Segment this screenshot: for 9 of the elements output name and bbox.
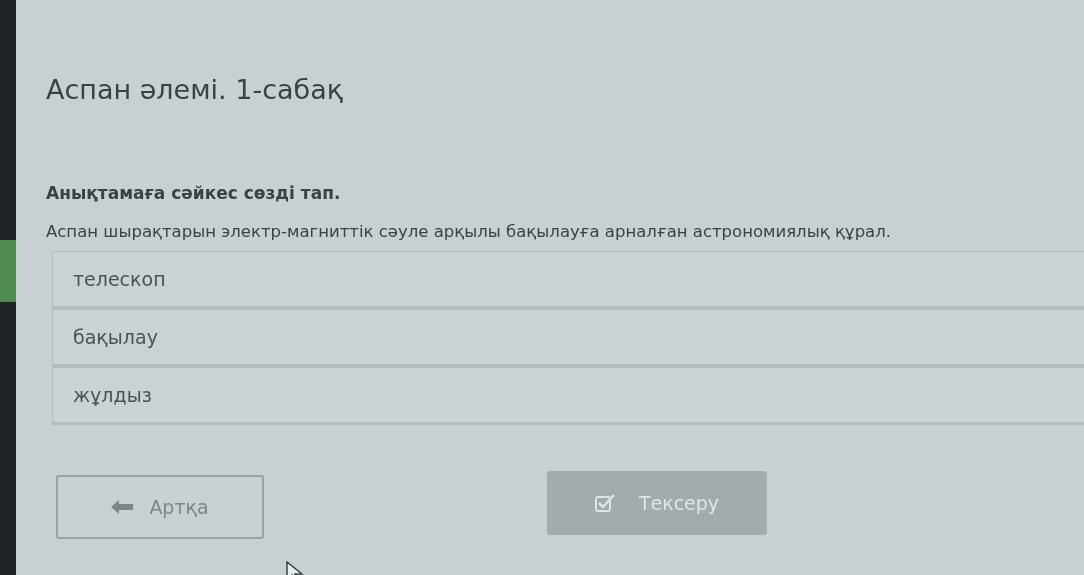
checkbox-icon <box>594 493 615 512</box>
side-marker <box>0 240 16 302</box>
question-prompt: Анықтамаға сәйкес сөзді тап. <box>46 181 342 205</box>
question-text: Аспан шырақтарын электр-магниттік сәуле арқылы бақылауға арналған астрономиялық құрал. <box>46 221 892 243</box>
answer-option[interactable]: бақылау <box>52 308 1084 367</box>
answer-option[interactable]: телескоп <box>52 250 1084 309</box>
answer-option[interactable]: жұлдыз <box>52 366 1084 425</box>
arrow-left-icon <box>111 499 134 514</box>
lesson-title: Аспан әлемі. 1-сабақ <box>46 73 345 107</box>
